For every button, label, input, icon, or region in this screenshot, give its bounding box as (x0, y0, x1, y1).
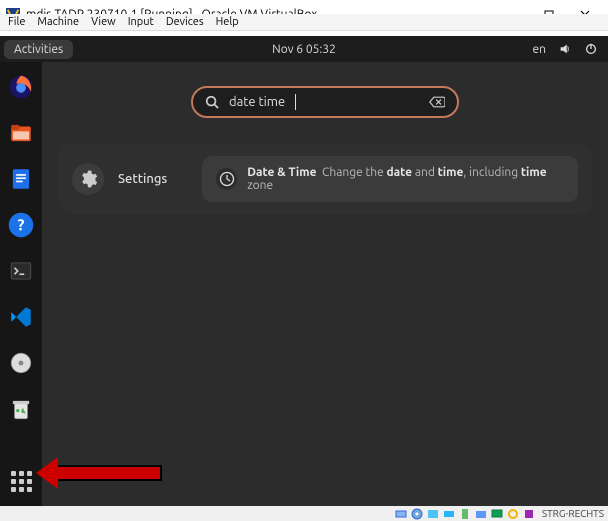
virtualbox-status-bar: STRG-RECHTS (0, 506, 608, 521)
dock: ? (0, 62, 42, 506)
activities-button[interactable]: Activities (4, 40, 73, 59)
dock-disks[interactable] (6, 348, 36, 378)
settings-category-icon (72, 163, 104, 195)
show-applications-button[interactable] (6, 466, 36, 496)
result-category: Settings (118, 172, 188, 186)
keyboard-layout[interactable]: en (533, 43, 546, 56)
volume-icon[interactable] (558, 42, 572, 56)
status-network-icon[interactable] (442, 507, 456, 520)
annotation-arrow (42, 462, 162, 484)
svg-text:?: ? (18, 215, 25, 233)
clock[interactable]: Nov 6 05:32 (272, 43, 336, 56)
dock-terminal[interactable] (6, 256, 36, 286)
search-field[interactable]: date time (191, 86, 459, 118)
text-cursor (295, 94, 296, 110)
result-date-time[interactable]: Date & Time Change the date and time, in… (202, 156, 578, 202)
menu-input[interactable]: Input (128, 16, 154, 28)
dock-document[interactable] (6, 164, 36, 194)
vm-viewport: Activities Nov 6 05:32 en ? date tim (0, 36, 608, 506)
status-shared-folder-icon[interactable] (474, 507, 488, 520)
search-results-panel: Settings Date & Time Change the date and… (58, 144, 592, 214)
dock-firefox[interactable] (6, 72, 36, 102)
dock-files[interactable] (6, 118, 36, 148)
dock-help[interactable]: ? (6, 210, 36, 240)
menu-view[interactable]: View (91, 16, 116, 28)
menu-bar: File Machine View Input Devices Help (0, 14, 608, 31)
power-icon[interactable] (584, 42, 598, 56)
result-text: Date & Time Change the date and time, in… (247, 166, 564, 192)
hostkey-label: STRG-RECHTS (542, 508, 604, 519)
status-audio-icon[interactable] (426, 507, 440, 520)
dock-trash[interactable] (6, 394, 36, 424)
gear-icon (78, 169, 98, 189)
search-input-value: date time (229, 95, 285, 109)
status-cpu-icon[interactable] (522, 507, 536, 520)
menu-devices[interactable]: Devices (166, 16, 204, 28)
status-recording-icon[interactable] (506, 507, 520, 520)
search-icon (205, 95, 219, 109)
status-optical-icon[interactable] (410, 507, 424, 520)
status-harddisk-icon[interactable] (394, 507, 408, 520)
menu-machine[interactable]: Machine (37, 16, 79, 28)
menu-help[interactable]: Help (216, 16, 239, 28)
status-usb-icon[interactable] (458, 507, 472, 520)
gnome-topbar: Activities Nov 6 05:32 en (0, 36, 608, 62)
clear-search-icon[interactable] (429, 96, 445, 108)
status-display-icon[interactable] (490, 507, 504, 520)
dock-vscode[interactable] (6, 302, 36, 332)
clock-icon (216, 168, 237, 190)
menu-file[interactable]: File (8, 16, 25, 28)
apps-grid-icon (11, 471, 32, 492)
